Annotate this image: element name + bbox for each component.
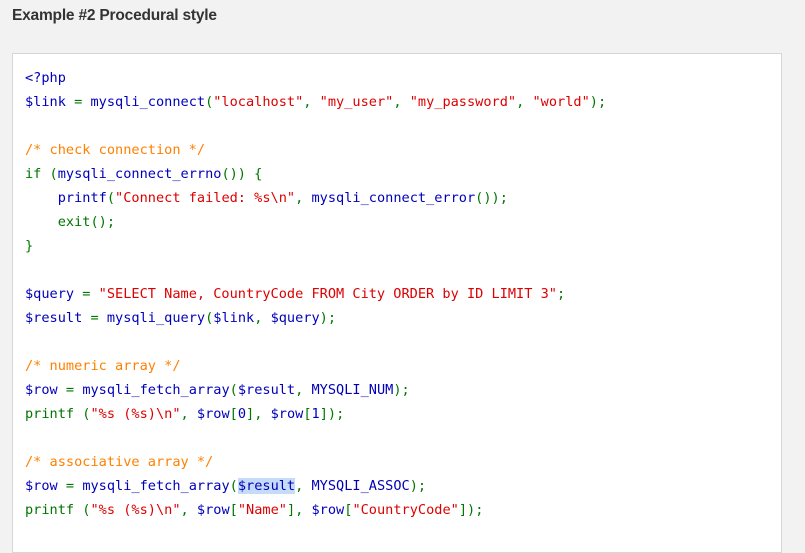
code-line: /* numeric array */	[25, 354, 606, 378]
code-token-keyword: );	[409, 478, 427, 494]
code-token-default: $result	[25, 310, 83, 326]
code-token-comment: /* numeric array */	[25, 358, 181, 374]
code-token-keyword: =	[74, 286, 99, 302]
code-token-keyword: printf (	[25, 406, 91, 422]
code-line: $query = "SELECT Name, CountryCode FROM …	[25, 282, 606, 306]
code-line: printf("Connect failed: %s\n", mysqli_co…	[25, 186, 606, 210]
code-token-default: mysqli_fetch_array	[82, 382, 230, 398]
code-token-default: mysqli_connect_error	[311, 190, 476, 206]
code-line: $row = mysqli_fetch_array($result, MYSQL…	[25, 474, 606, 498]
code-token-default: $row	[196, 502, 230, 518]
code-token-keyword: if (	[25, 166, 58, 182]
code-token-default: $row	[25, 382, 58, 398]
code-token-comment: /* check connection */	[25, 142, 206, 158]
code-token-keyword: ,	[295, 382, 312, 398]
code-token-default: $query	[270, 310, 320, 326]
code-token-keyword	[25, 190, 58, 206]
code-token-string: "Name"	[237, 502, 287, 518]
code-token-keyword: }	[25, 238, 34, 254]
code-token-keyword: ());	[475, 190, 508, 206]
code-line: /* associative array */	[25, 450, 606, 474]
code-token-keyword: [	[229, 502, 238, 518]
code-token-default: 0	[237, 406, 247, 422]
code-token-keyword: ,	[295, 190, 312, 206]
code-token-default: $row	[270, 406, 304, 422]
code-token-keyword: );	[393, 382, 410, 398]
code-token-keyword: =	[65, 94, 91, 110]
code-token-comment: /* associative array */	[25, 454, 214, 470]
code-token-keyword: );	[319, 310, 337, 326]
code-line: /* check connection */	[25, 138, 606, 162]
code-token-keyword: (	[229, 382, 238, 398]
code-token-string: "SELECT Name, CountryCode FROM City ORDE…	[98, 286, 557, 302]
example-title: Example #2 Procedural style	[12, 7, 217, 24]
code-token-string: "world"	[532, 94, 590, 110]
code-token-keyword: ],	[246, 406, 271, 422]
code-token-keyword: ;	[556, 286, 566, 302]
code-line: printf ("%s (%s)\n", $row[0], $row[1]);	[25, 402, 606, 426]
code-token-string: "Connect failed: %s\n"	[115, 190, 296, 206]
code-token-keyword: ,	[393, 94, 410, 110]
code-block[interactable]: <?php $link = mysqli_connect("localhost",…	[25, 66, 606, 522]
code-token-string: "my_password"	[409, 94, 517, 110]
code-line: $row = mysqli_fetch_array($result, MYSQL…	[25, 378, 606, 402]
code-line: printf ("%s (%s)\n", $row["Name"], $row[…	[25, 498, 606, 522]
code-token-keyword: ,	[295, 478, 312, 494]
code-token-keyword: ,	[303, 94, 320, 110]
code-token-keyword: ,	[180, 502, 197, 518]
code-token-keyword: ,	[254, 310, 271, 326]
code-line: if (mysqli_connect_errno()) {	[25, 162, 606, 186]
code-token-default: mysqli_connect_errno	[57, 166, 222, 182]
code-line: }	[25, 234, 606, 258]
code-token-default: printf	[57, 190, 107, 206]
code-token-default: $row	[311, 502, 345, 518]
code-token-default: $query	[25, 286, 75, 302]
code-line: $link = mysqli_connect("localhost", "my_…	[25, 90, 606, 114]
code-token-keyword: =	[57, 382, 83, 398]
selected-code-token: $result	[237, 478, 296, 494]
code-token-default: $link	[213, 310, 255, 326]
code-token-keyword: ,	[180, 406, 197, 422]
code-token-default: MYSQLI_ASSOC	[311, 478, 410, 494]
code-line: <?php	[25, 66, 606, 90]
code-token-default: $row	[196, 406, 230, 422]
code-token-string: "%s (%s)\n"	[90, 502, 181, 518]
code-token-string: "CountryCode"	[352, 502, 459, 518]
code-token-string: "localhost"	[213, 94, 304, 110]
code-token-keyword: printf (	[25, 502, 91, 518]
code-token-keyword: =	[82, 310, 107, 326]
code-example-box[interactable]: <?php $link = mysqli_connect("localhost",…	[12, 53, 782, 553]
code-token-default: mysqli_connect	[90, 94, 206, 110]
code-token-keyword: =	[57, 478, 83, 494]
code-token-string: "%s (%s)\n"	[90, 406, 181, 422]
code-token-keyword: [	[229, 406, 238, 422]
code-token-keyword: ]);	[458, 502, 484, 518]
code-token-keyword: ],	[286, 502, 312, 518]
code-line: $result = mysqli_query($link, $query);	[25, 306, 606, 330]
code-token-keyword: ]);	[319, 406, 345, 422]
code-token-default: MYSQLI_NUM	[311, 382, 394, 398]
code-token-default: $link	[25, 94, 66, 110]
code-token-keyword: );	[589, 94, 607, 110]
code-token-keyword: ,	[516, 94, 533, 110]
code-token-default: $row	[25, 478, 58, 494]
code-token-default: <?php	[25, 70, 66, 86]
code-token-keyword: (	[229, 478, 238, 494]
code-line: exit();	[25, 210, 606, 234]
code-token-string: "my_user"	[319, 94, 394, 110]
code-token-keyword: (	[106, 190, 116, 206]
code-token-default: 1	[311, 406, 320, 422]
code-token-keyword: ()) {	[221, 166, 263, 182]
code-token-default: mysqli_query	[106, 310, 206, 326]
code-token-default: mysqli_fetch_array	[82, 478, 230, 494]
code-token-keyword: [	[303, 406, 312, 422]
code-token-keyword: exit();	[25, 214, 116, 230]
code-token-default: $result	[237, 382, 296, 398]
